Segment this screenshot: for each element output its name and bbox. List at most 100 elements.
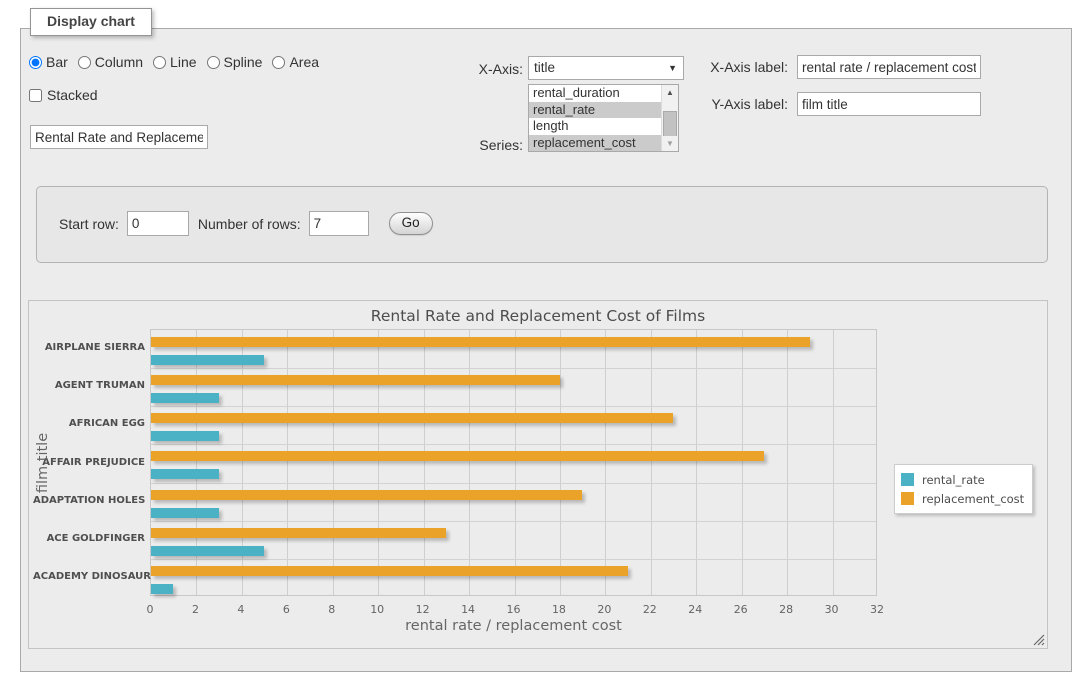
go-button-label: Go — [402, 215, 420, 230]
x-tick-label: 24 — [688, 603, 702, 616]
radio-label: Area — [289, 54, 319, 70]
start-row-input[interactable] — [127, 211, 189, 236]
gridline — [833, 330, 834, 595]
gridline — [333, 330, 334, 595]
bar-rental_rate-affair-prejudice — [151, 469, 219, 479]
gridline — [378, 330, 379, 595]
y-axis-title: film title — [35, 353, 51, 573]
gridline — [151, 406, 876, 407]
x-tick-label: 12 — [416, 603, 430, 616]
scrollbar[interactable]: ▲ ▼ — [661, 85, 678, 151]
gridline — [151, 368, 876, 369]
gridline — [742, 330, 743, 595]
bar-rental_rate-agent-truman — [151, 393, 219, 403]
x-tick-label: 0 — [147, 603, 154, 616]
x-tick-label: 6 — [283, 603, 290, 616]
chart-type-radio-line[interactable]: Line — [153, 54, 196, 70]
resize-handle-icon[interactable] — [1033, 634, 1045, 646]
scrollbar-thumb[interactable] — [663, 111, 677, 137]
bar-replacement_cost-affair-prejudice — [151, 451, 764, 461]
x-tick-label: 22 — [643, 603, 657, 616]
plot-area — [150, 329, 877, 596]
series-option-rental_rate[interactable]: rental_rate — [529, 102, 661, 119]
chart-type-radio-bar[interactable]: Bar — [29, 54, 68, 70]
gridline — [515, 330, 516, 595]
chart-title-input[interactable] — [30, 125, 208, 149]
chevron-down-icon: ▼ — [668, 57, 677, 80]
x-axis-select[interactable]: title ▼ — [528, 56, 684, 80]
bar-rental_rate-ace-goldfinger — [151, 546, 264, 556]
radio-label: Line — [170, 54, 196, 70]
legend-entry-rental_rate: rental_rate — [901, 470, 1024, 489]
bar-replacement_cost-agent-truman — [151, 375, 560, 385]
radio-column[interactable] — [78, 56, 91, 69]
chart-type-radio-group: Bar Column Line Spline Area — [29, 54, 325, 70]
bar-replacement_cost-african-egg — [151, 413, 673, 423]
x-axis-label-input[interactable] — [797, 55, 981, 79]
gridline — [651, 330, 652, 595]
x-axis-label: X-Axis: — [435, 61, 523, 77]
y-axis-label-input[interactable] — [797, 92, 981, 116]
radio-spline[interactable] — [207, 56, 220, 69]
gridline — [287, 330, 288, 595]
x-tick-label: 20 — [597, 603, 611, 616]
stacked-label: Stacked — [47, 87, 98, 103]
radio-label: Bar — [46, 54, 68, 70]
radio-label: Spline — [224, 54, 263, 70]
chart-panel: Rental Rate and Replacement Cost of Film… — [28, 300, 1048, 649]
start-row-label: Start row: — [59, 216, 119, 232]
gridline — [151, 559, 876, 560]
bar-replacement_cost-adaptation-holes — [151, 490, 582, 500]
chart-type-radio-area[interactable]: Area — [272, 54, 319, 70]
bar-replacement_cost-airplane-sierra — [151, 337, 810, 347]
x-tick-label: 14 — [461, 603, 475, 616]
bar-rental_rate-african-egg — [151, 431, 219, 441]
series-option-replacement_cost[interactable]: replacement_cost — [529, 135, 661, 152]
x-tick-label: 4 — [237, 603, 244, 616]
legend-swatch-icon — [901, 473, 914, 486]
x-tick-label: 28 — [779, 603, 793, 616]
go-button[interactable]: Go — [389, 212, 433, 235]
fieldset-legend: Display chart — [30, 8, 152, 36]
legend-label: rental_rate — [922, 473, 985, 487]
num-rows-label: Number of rows: — [198, 216, 301, 232]
row-range-panel: Start row: Number of rows: Go — [36, 186, 1048, 263]
radio-line[interactable] — [153, 56, 166, 69]
gridline — [151, 483, 876, 484]
y-axis-label-label: Y-Axis label: — [690, 96, 788, 112]
x-tick-label: 2 — [192, 603, 199, 616]
x-tick-label: 26 — [734, 603, 748, 616]
chart-type-radio-spline[interactable]: Spline — [207, 54, 263, 70]
gridline — [605, 330, 606, 595]
chart-type-radio-column[interactable]: Column — [78, 54, 143, 70]
num-rows-input[interactable] — [309, 211, 369, 236]
x-tick-label: 10 — [370, 603, 384, 616]
category-label: AIRPLANE SIERRA — [33, 342, 145, 353]
stacked-checkbox-row[interactable]: Stacked — [29, 87, 98, 103]
legend-label: replacement_cost — [922, 492, 1024, 506]
scroll-down-icon[interactable]: ▼ — [662, 136, 678, 151]
x-tick-label: 16 — [507, 603, 521, 616]
series-option-length[interactable]: length — [529, 118, 661, 135]
radio-bar[interactable] — [29, 56, 42, 69]
radio-label: Column — [95, 54, 143, 70]
gridline — [560, 330, 561, 595]
gridline — [787, 330, 788, 595]
series-option-rental_duration[interactable]: rental_duration — [529, 85, 661, 102]
series-label: Series: — [435, 137, 523, 153]
x-tick-label: 18 — [552, 603, 566, 616]
x-axis-title: rental rate / replacement cost — [150, 618, 877, 634]
gridline — [469, 330, 470, 595]
bar-rental_rate-academy-dinosaur — [151, 584, 173, 594]
chart-title: Rental Rate and Replacement Cost of Film… — [29, 307, 1047, 325]
x-tick-label: 32 — [870, 603, 884, 616]
scroll-up-icon[interactable]: ▲ — [662, 85, 678, 100]
stacked-checkbox[interactable] — [29, 89, 42, 102]
radio-area[interactable] — [272, 56, 285, 69]
legend-swatch-icon — [901, 492, 914, 505]
series-multiselect[interactable]: rental_durationrental_ratelengthreplacem… — [528, 84, 679, 152]
series-options: rental_durationrental_ratelengthreplacem… — [529, 85, 661, 151]
bar-rental_rate-airplane-sierra — [151, 355, 264, 365]
x-tick-label: 8 — [328, 603, 335, 616]
page: Display chart Bar Column Line Spline Area St… — [0, 0, 1081, 681]
